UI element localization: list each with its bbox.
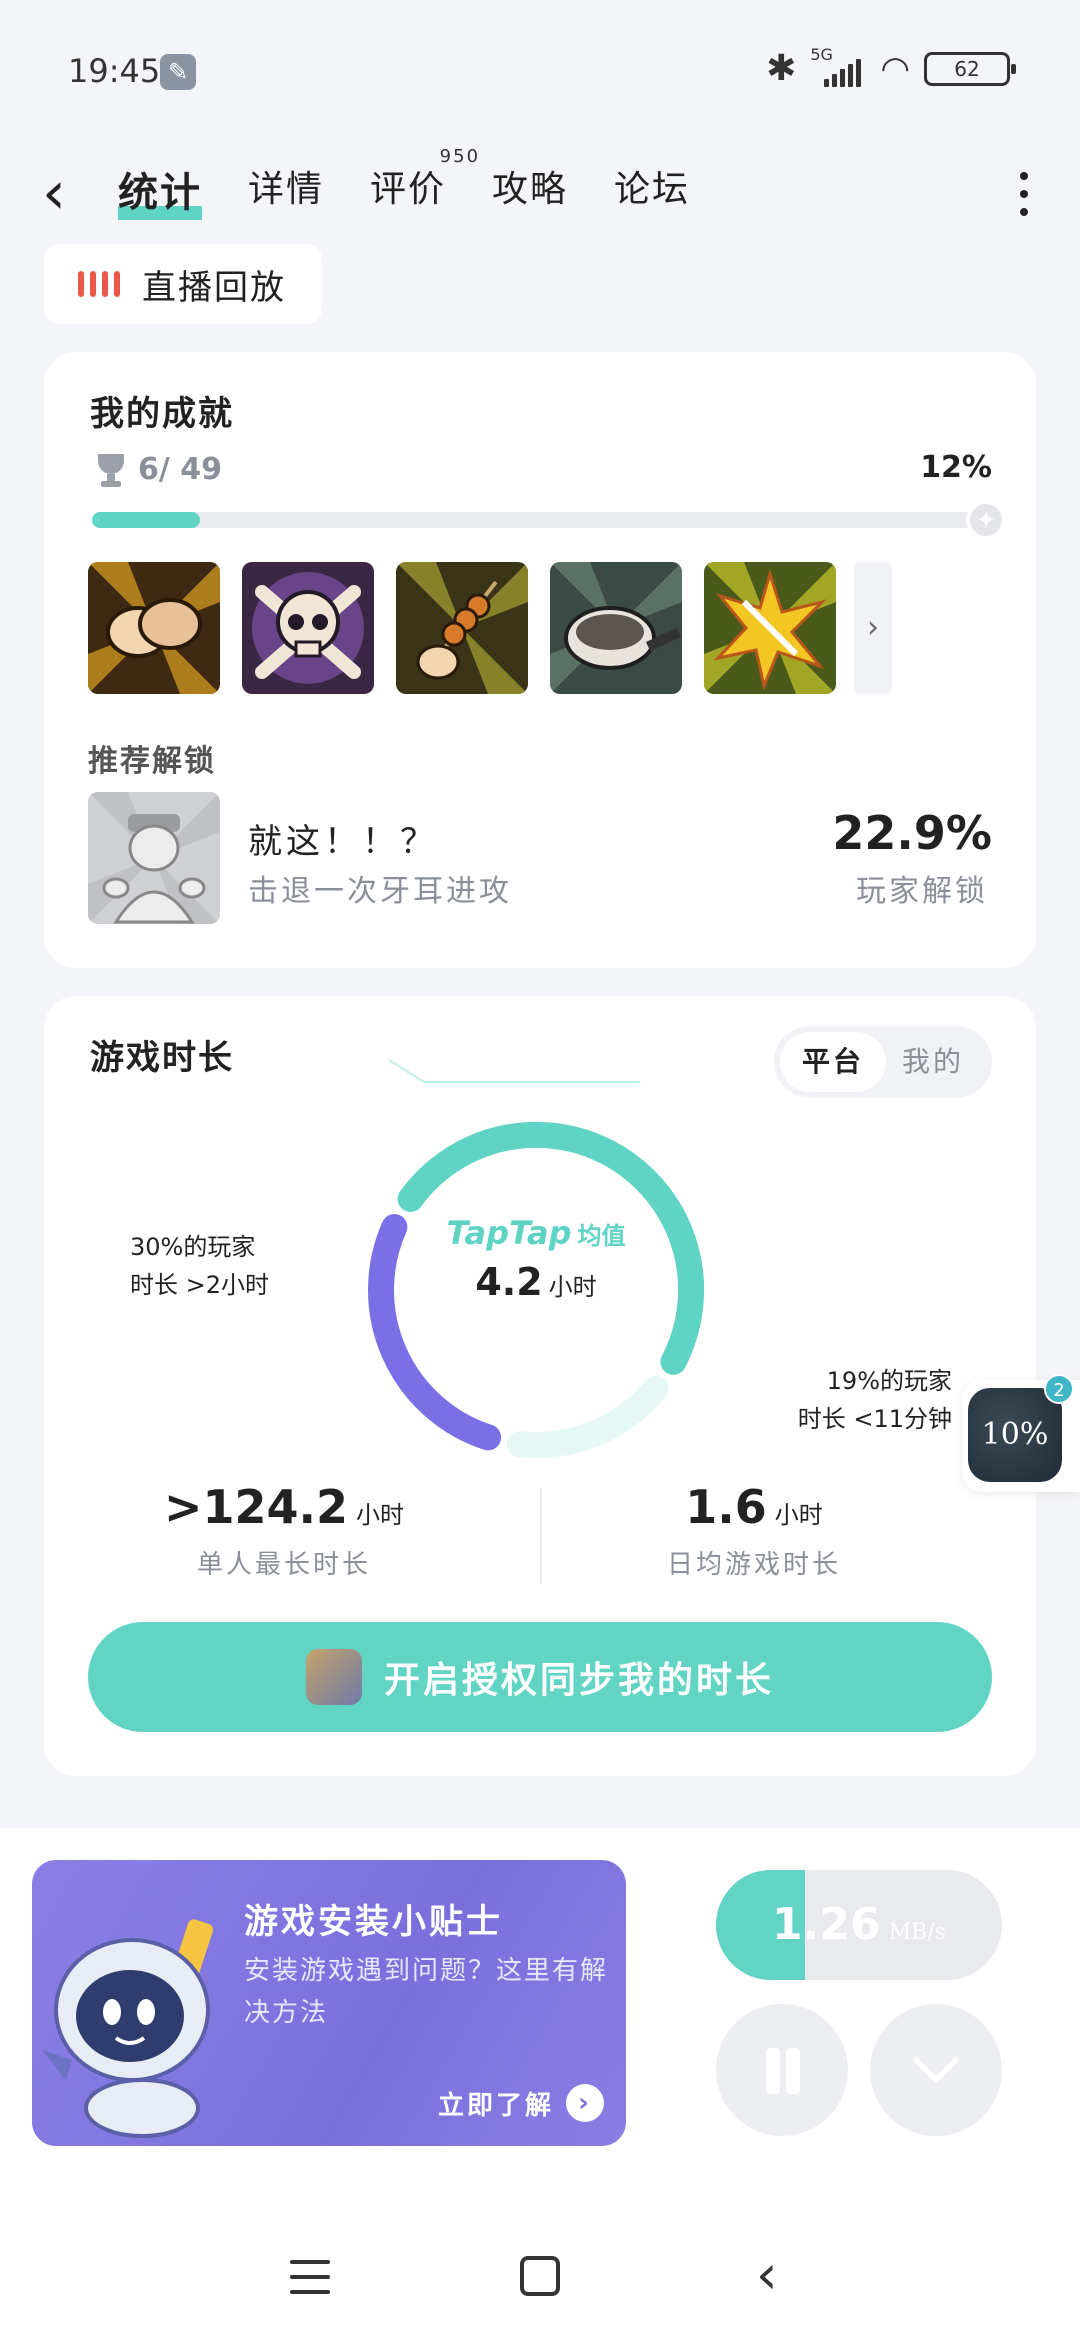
status-bar: 19:45 ✎ ✱ 5G ◠ 62 xyxy=(0,0,1080,140)
skull-badge[interactable] xyxy=(242,562,374,694)
recommended-achievement-name: 就这！！？ xyxy=(248,822,438,862)
max-playtime-label: 单人最长时长 xyxy=(196,1550,371,1580)
badge-list xyxy=(88,562,836,694)
robot-mascot-icon xyxy=(42,1919,214,2138)
trophy-icon xyxy=(96,454,126,488)
system-back-icon[interactable]: ‹ xyxy=(756,2242,778,2308)
unlock-percent: 22.9% xyxy=(832,806,992,860)
achievement-progress-bar: ✦ xyxy=(92,500,1006,540)
recommend-title: 推荐解锁 xyxy=(88,744,216,779)
callout-left-line1: 30%的玩家 xyxy=(130,1233,256,1261)
pause-download-button[interactable] xyxy=(716,2004,848,2136)
download-speed-bar: 1.26 MB/s xyxy=(716,1870,1002,1980)
arrow-right-icon: › xyxy=(566,2084,604,2122)
achievement-percent: 12% xyxy=(920,450,992,485)
clock: 19:45 xyxy=(68,52,161,90)
callout-short-players: 19%的玩家 时长 <11分钟 xyxy=(798,1362,952,1438)
sync-playtime-button[interactable]: 开启授权同步我的时长 xyxy=(88,1622,992,1732)
tab-label: 攻略 xyxy=(492,169,569,210)
tab-label: 评价 xyxy=(370,169,447,210)
donut-center: TapTap 均值 4.2 小时 xyxy=(416,1214,656,1304)
skewer-badge[interactable] xyxy=(396,562,528,694)
tab-label: 详情 xyxy=(248,169,325,210)
achievements-card: 我的成就 6/ 49 12% ✦ › 推荐解锁 就这！！？ 击退一次牙耳进攻 2… xyxy=(44,352,1036,968)
home-square-icon[interactable] xyxy=(520,2256,560,2296)
share-short-arc xyxy=(506,1375,669,1458)
tab-reviews[interactable]: 评价 950 xyxy=(370,146,478,224)
system-nav-bar: ‹ xyxy=(0,2226,1080,2326)
signal-icon: 5G xyxy=(810,45,866,89)
tab-stats[interactable]: 统计 xyxy=(118,154,202,224)
max-playtime-stat: >124.2 小时 单人最长时长 xyxy=(104,1480,464,1581)
tab-bar: 统计 详情 评价 950 攻略 论坛 xyxy=(118,146,690,224)
unlock-percent-label: 玩家解锁 xyxy=(856,874,988,909)
live-icon xyxy=(78,271,120,297)
max-playtime-value: >124.2 xyxy=(163,1480,349,1534)
fist-bump-badge[interactable] xyxy=(88,562,220,694)
callout-left-line2: 时长 >2小时 xyxy=(130,1271,270,1299)
max-playtime-unit: 小时 xyxy=(356,1501,405,1529)
progress-end-star-icon: ✦ xyxy=(966,500,1006,540)
battery-icon: 62 xyxy=(924,51,1016,86)
daily-playtime-label: 日均游戏时长 xyxy=(666,1550,841,1580)
download-speed-unit: MB/s xyxy=(888,1920,946,1945)
floating-progress-label: 10% xyxy=(968,1388,1062,1482)
achievement-progress-fill xyxy=(92,512,200,528)
recommended-achievement-icon[interactable] xyxy=(88,792,220,924)
floating-progress-widget[interactable]: 10% 2 xyxy=(962,1374,1080,1492)
back-button[interactable]: ‹ xyxy=(42,158,86,228)
pow-badge[interactable] xyxy=(704,562,836,694)
learn-more-label: 立即了解 xyxy=(437,2090,554,2121)
live-replay-button[interactable]: 直播回放 xyxy=(44,244,322,324)
callout-right-line2: 时长 <11分钟 xyxy=(797,1405,952,1433)
avg-label: 均值 xyxy=(577,1222,626,1250)
bluetooth-icon: ✱ xyxy=(766,48,797,89)
tab-guides[interactable]: 攻略 xyxy=(492,154,568,224)
achievement-count: 6/ 49 xyxy=(138,452,223,487)
wifi-icon: ◠ xyxy=(880,48,910,89)
badges-next-chevron-icon[interactable]: › xyxy=(854,562,892,694)
recent-apps-menu-icon[interactable] xyxy=(290,2260,330,2294)
collapse-chevron-down-icon[interactable] xyxy=(870,2004,1002,2136)
recommended-achievement-desc: 击退一次牙耳进攻 xyxy=(248,874,512,909)
game-thumbnail-icon xyxy=(305,1649,362,1705)
callout-long-players: 30%的玩家 时长 >2小时 xyxy=(130,1228,269,1304)
daily-playtime-value: 1.6 xyxy=(685,1480,767,1534)
review-count: 950 xyxy=(439,146,481,167)
more-options-icon[interactable] xyxy=(1012,164,1036,224)
install-tips-banner[interactable]: 游戏安装小贴士 安装游戏遇到问题？这里有解决方法 立即了解 › xyxy=(32,1860,626,2146)
tab-details[interactable]: 详情 xyxy=(248,154,324,224)
tab-label: 论坛 xyxy=(614,169,691,210)
daily-playtime-unit: 小时 xyxy=(774,1501,823,1529)
callout-right-line1: 19%的玩家 xyxy=(826,1367,952,1395)
tips-description: 安装游戏遇到问题？这里有解决方法 xyxy=(244,1956,609,2028)
avg-value: 4.2 xyxy=(475,1260,543,1304)
avg-unit: 小时 xyxy=(548,1273,597,1301)
playtime-card: 游戏时长 平台 我的 TapTap 均值 4.2 小时 30%的玩家 时长 >2小时… xyxy=(44,996,1036,1776)
tab-forum[interactable]: 论坛 xyxy=(614,154,690,224)
battery-level: 62 xyxy=(954,56,980,81)
tab-label: 统计 xyxy=(118,170,202,216)
learn-more-link[interactable]: 立即了解 › xyxy=(438,2084,604,2122)
daily-playtime-stat: 1.6 小时 日均游戏时长 xyxy=(574,1480,934,1581)
achievements-title: 我的成就 xyxy=(90,394,234,434)
floating-badge-count: 2 xyxy=(1044,1374,1074,1404)
top-nav: ‹ 统计 详情 评价 950 攻略 论坛 xyxy=(0,140,1080,250)
stat-divider xyxy=(540,1488,542,1584)
wrench-icon: ✎ xyxy=(160,54,196,90)
wok-badge[interactable] xyxy=(550,562,682,694)
download-speed-value: 1.26 xyxy=(772,1899,881,1950)
live-replay-label: 直播回放 xyxy=(142,267,286,308)
taptap-logo: TapTap xyxy=(446,1214,572,1252)
sync-playtime-label: 开启授权同步我的时长 xyxy=(383,1660,774,1701)
tips-title: 游戏安装小贴士 xyxy=(244,1902,503,1942)
